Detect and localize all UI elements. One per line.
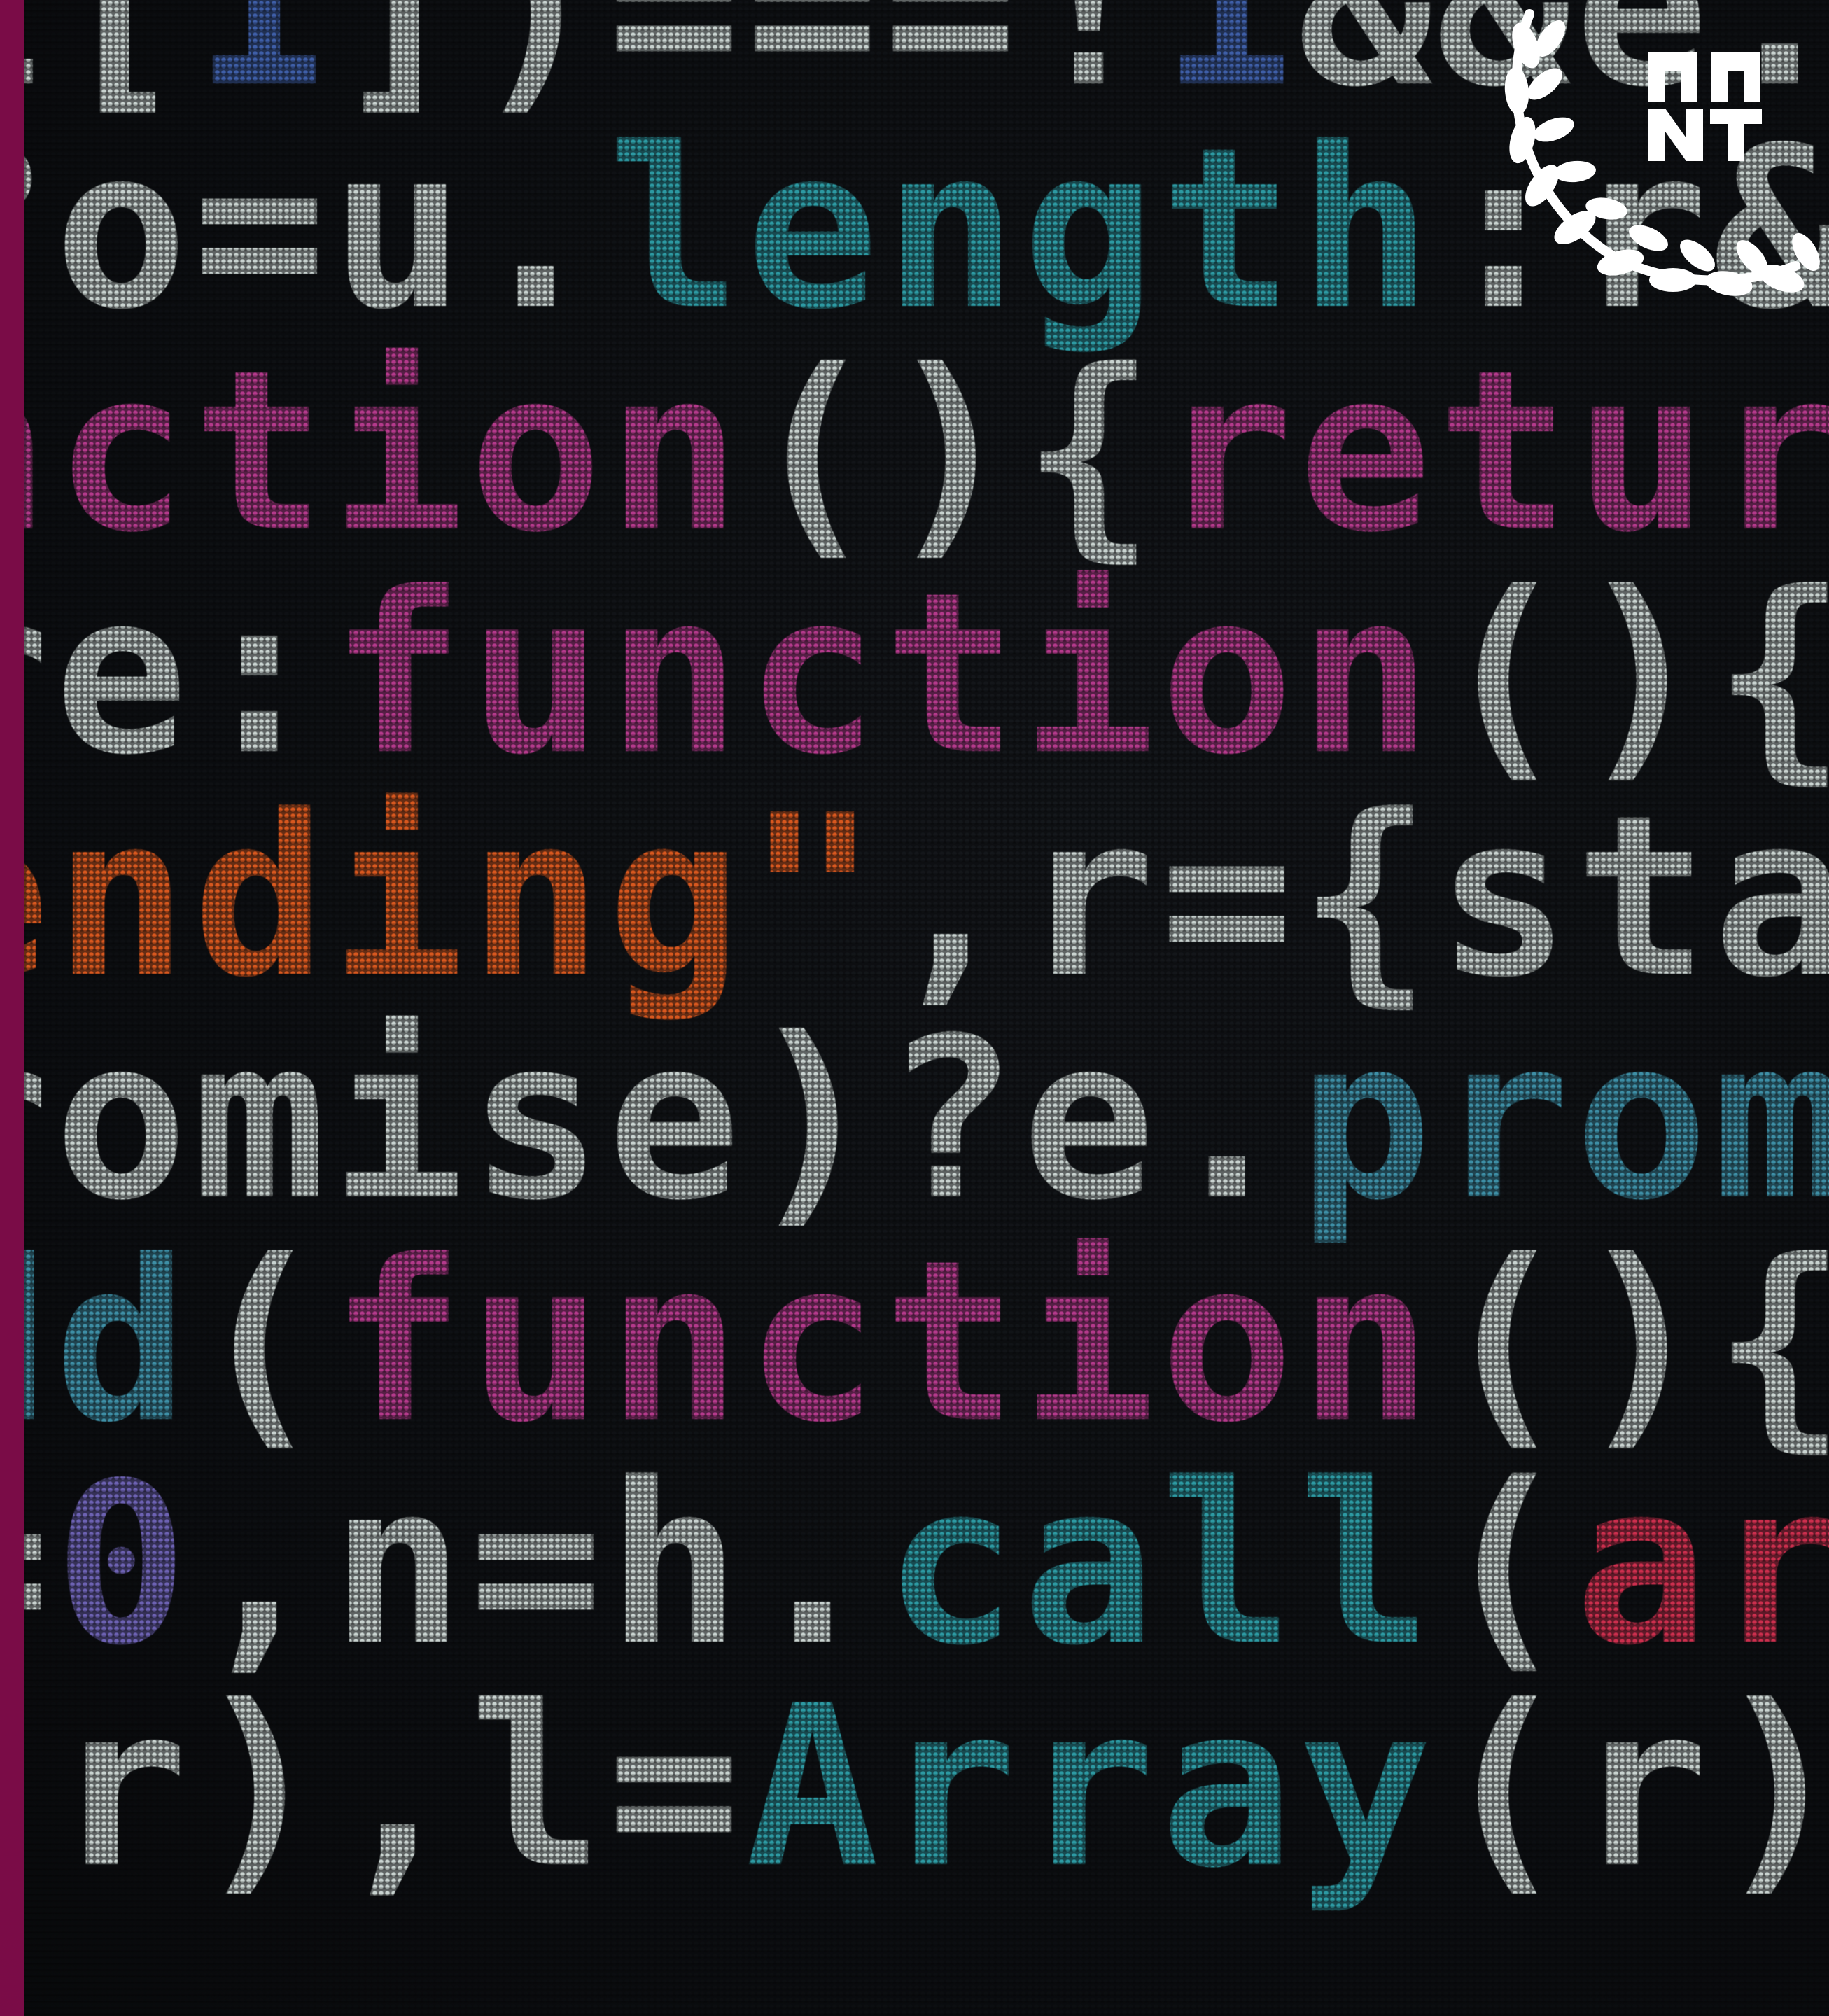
code-line: re:function(){re [0, 563, 1829, 785]
code-token: (r),l= [0, 1658, 745, 1917]
code-line: (r),l=Array(r):r [0, 1676, 1829, 1898]
code-token: ,n=h. [192, 1435, 884, 1694]
code-token: ( [1436, 1435, 1575, 1694]
code-line: =0,n=h.call(argu [0, 1453, 1829, 1676]
code-screen-photo: t[1])===!1&&e.st?o=u.length:r&&(nction()… [0, 0, 1829, 2016]
code-token: dd [0, 1212, 192, 1471]
code-token: re: [0, 545, 331, 804]
code-token: function [330, 545, 1436, 804]
code-token: argu [1574, 1435, 1829, 1694]
code-token: (){n= [1436, 1212, 1829, 1471]
code-line: ending",r={state [0, 785, 1829, 1008]
left-accent-bar [0, 0, 24, 2016]
code-token: ( [192, 1212, 331, 1471]
code-token: ,r={state [883, 767, 1829, 1026]
code-token: ?o=u. [0, 99, 608, 358]
laurel-logo-badge [1487, 0, 1829, 315]
code-token: nction [0, 322, 745, 581]
code-token: 0 [54, 1435, 192, 1694]
code-line: nction(){return [0, 340, 1829, 563]
code-token: length [607, 99, 1436, 358]
code-token: romise)?e. [0, 990, 1298, 1249]
code-token: (r):r [1436, 1658, 1829, 1917]
code-line: romise)?e.promis [0, 1008, 1829, 1231]
code-token: (){ [745, 322, 1161, 581]
code-token: Array [745, 1658, 1436, 1917]
code-token: (){ [1436, 545, 1829, 804]
code-token: return [1160, 322, 1829, 581]
code-line: dd(function(){n= [0, 1231, 1829, 1453]
code-token: promis [1298, 990, 1829, 1249]
code-token: function [330, 1212, 1436, 1471]
code-token: call [883, 1435, 1436, 1694]
code-token: ending" [0, 767, 884, 1026]
laurel-wreath-icon [1504, 9, 1820, 296]
